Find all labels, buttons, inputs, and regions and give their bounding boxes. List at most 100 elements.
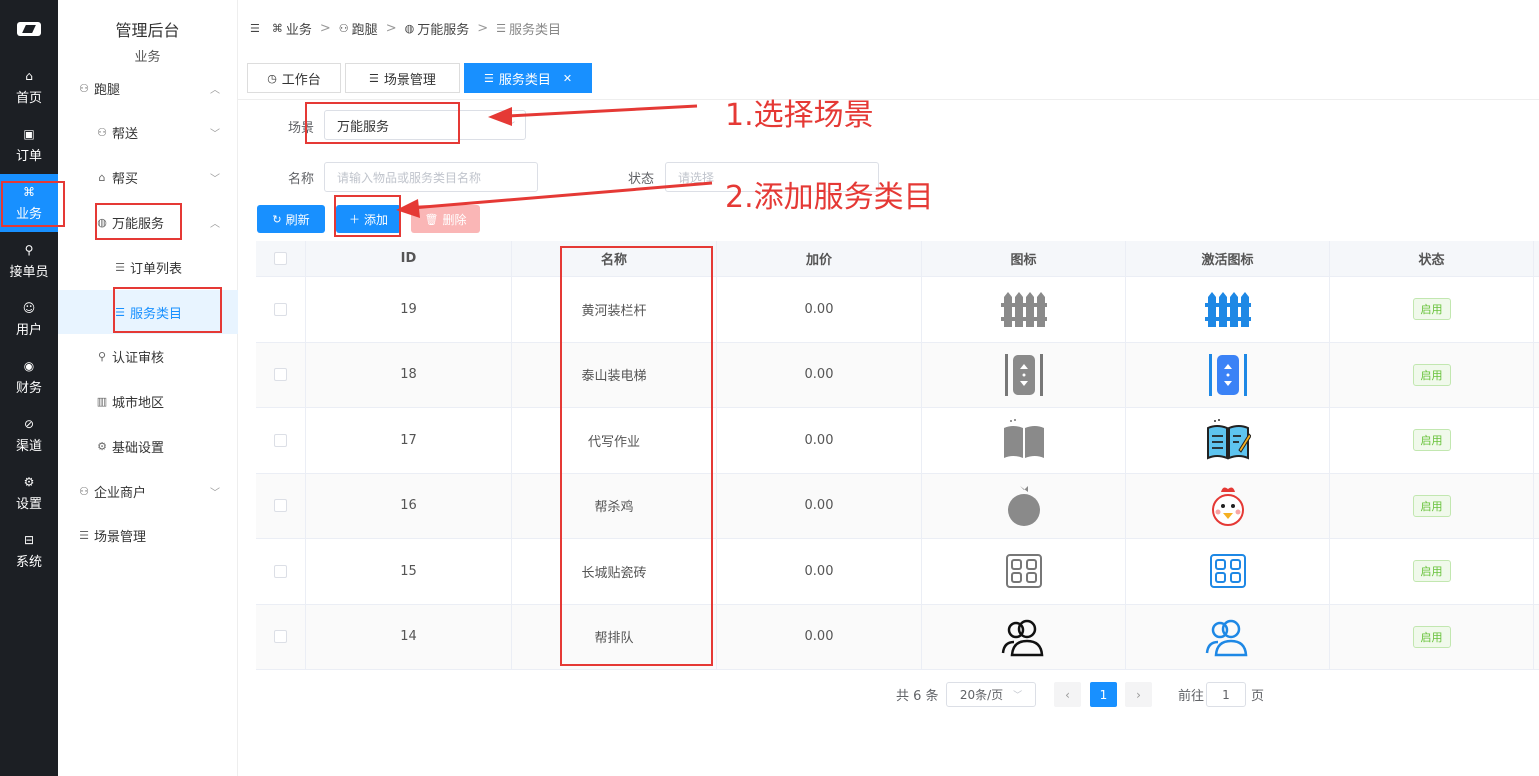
table-row[interactable]: 14 帮排队 0.00 启用 (256, 604, 1539, 670)
scene-label: 场景 (288, 121, 315, 136)
row-price: 0.00 (717, 539, 922, 604)
row-checkbox[interactable] (274, 433, 287, 447)
row-checkbox[interactable] (274, 630, 287, 644)
column-header-status: 状态 (1330, 241, 1534, 276)
column-header-price: 加价 (717, 241, 922, 276)
tab-scene-management[interactable]: ☰ 场景管理 (345, 63, 460, 93)
delete-button[interactable]: 🗑 删除 (411, 205, 480, 233)
breadcrumb-current: 服务类目 (509, 23, 562, 38)
rail-item-channel[interactable]: ⊘ 渠道 (0, 406, 58, 464)
sidebar-item-basic-settings[interactable]: ⚙ 基础设置 (58, 424, 238, 468)
page-number-current[interactable]: 1 (1090, 682, 1117, 707)
pagination-total: 共 6 条 (896, 688, 939, 704)
sidebar-item-city-region[interactable]: ▥ 城市地区 (58, 379, 238, 423)
rail-item-rider[interactable]: ⚲ 接单员 (0, 232, 58, 290)
row-checkbox[interactable] (274, 368, 287, 382)
business-icon: ⌘ (23, 184, 35, 199)
add-button[interactable]: ＋ 添加 (336, 205, 401, 233)
column-header-active-icon: 激活图标 (1126, 241, 1330, 276)
chicken-icon (1211, 487, 1244, 526)
channel-icon: ⊘ (23, 416, 35, 431)
row-price: 0.00 (717, 604, 922, 669)
tiles-icon (1209, 554, 1246, 589)
homework-book-icon (1206, 419, 1251, 460)
tab-workbench[interactable]: ◷ 工作台 (247, 63, 341, 93)
table-header: ID 名称 加价 图标 激活图标 状态 (256, 241, 1539, 277)
column-header-icon: 图标 (922, 241, 1126, 276)
deliver-icon: ⚇ (97, 125, 107, 139)
row-checkbox[interactable] (274, 302, 287, 316)
table-row[interactable]: 16 帮杀鸡 0.00 启用 (256, 473, 1539, 539)
menu-fold-icon[interactable]: ☰ (250, 22, 260, 35)
chevron-left-icon: ‹ (1065, 687, 1070, 702)
errand-icon: ⚇ (338, 22, 349, 35)
table-row[interactable]: 17 代写作业 0.00 启用 (256, 408, 1539, 474)
rail-item-system[interactable]: ⊟ 系统 (0, 522, 58, 580)
row-checkbox[interactable] (274, 499, 287, 513)
goto-label: 前往 (1178, 688, 1205, 704)
breadcrumb-item[interactable]: 万能服务 (417, 19, 469, 38)
users-icon: ⚇ (79, 484, 89, 498)
row-name: 代写作业 (512, 408, 717, 473)
sidebar-item-enterprise[interactable]: ⚇ 企业商户 ﹀ (58, 469, 238, 513)
column-header-name: 名称 (512, 241, 717, 276)
table-row[interactable]: 18 泰山装电梯 0.00 启用 (256, 342, 1539, 408)
sidebar-item-deliver[interactable]: ⚇ 帮送 ﹀ (58, 110, 238, 154)
row-name: 泰山装电梯 (512, 342, 717, 407)
sidebar-item-errand[interactable]: ⚇ 跑腿 ︿ (58, 66, 238, 110)
scene-select[interactable]: 万能服务 ﹀ (324, 110, 526, 140)
sidebar-item-order-list[interactable]: ☰ 订单列表 (58, 245, 238, 289)
sidebar: 管理后台 业务 ⚇ 跑腿 ︿ ⚇ 帮送 ﹀ ⌂ 帮买 ﹀ ◍ 万能服务 ︿ ☰ … (58, 0, 238, 776)
next-page-button[interactable]: › (1125, 682, 1152, 707)
tab-service-category[interactable]: ☰ 服务类目 ✕ (464, 63, 592, 93)
tabs-bar: ◷ 工作台 ☰ 场景管理 ☰ 服务类目 ✕ (238, 56, 1539, 100)
header: ☰ ⌘ 业务 > ⚇ 跑腿 > ◍ 万能服务 > ☰ 服务类目 (238, 0, 1539, 56)
business-icon: ⌘ (271, 22, 283, 35)
prev-page-button[interactable]: ‹ (1054, 682, 1081, 707)
chevron-down-icon: ﹀ (210, 128, 220, 140)
row-checkbox[interactable] (274, 564, 287, 578)
rail-item-users[interactable]: ☺ 用户 (0, 290, 58, 348)
user-check-icon: ⚲ (97, 349, 107, 363)
annotation-step2: 2.添加服务类目 (725, 180, 934, 215)
sidebar-item-verification[interactable]: ⚲ 认证审核 (58, 334, 238, 378)
refresh-icon: ↻ (272, 212, 282, 226)
page-size-select[interactable]: 20条/页 ﹀ (946, 682, 1036, 707)
tiles-icon (1005, 554, 1042, 589)
fence-icon (1000, 292, 1047, 328)
table-row[interactable]: 19 黄河装栏杆 0.00 启用 (256, 277, 1539, 343)
row-id: 18 (306, 342, 512, 407)
row-id: 14 (306, 604, 512, 669)
sidebar-item-buy[interactable]: ⌂ 帮买 ﹀ (58, 155, 238, 199)
table-row[interactable]: 15 长城贴瓷砖 0.00 启用 (256, 539, 1539, 605)
rail-item-settings[interactable]: ⚙ 设置 (0, 464, 58, 522)
close-icon[interactable]: ✕ (563, 72, 572, 85)
rail-item-orders[interactable]: ▣ 订单 (0, 116, 58, 174)
plus-icon: ＋ (348, 213, 360, 226)
sidebar-item-universal-service[interactable]: ◍ 万能服务 ︿ (58, 200, 238, 244)
row-price: 0.00 (717, 277, 922, 342)
sidebar-item-service-category[interactable]: ☰ 服务类目 (58, 290, 238, 334)
sidebar-item-scene-management[interactable]: ☰ 场景管理 (58, 513, 238, 557)
breadcrumb-item[interactable]: 跑腿 (352, 19, 378, 38)
app-logo (0, 0, 58, 58)
list-icon: ☰ (115, 260, 125, 274)
name-input[interactable]: 请输入物品或服务类目名称 (324, 162, 538, 192)
breadcrumb-item[interactable]: 业务 (286, 19, 312, 38)
chevron-down-icon: ﹀ (505, 121, 515, 133)
rail-item-home[interactable]: ⌂ 首页 (0, 58, 58, 116)
trash-icon: 🗑 (424, 212, 439, 226)
refresh-button[interactable]: ↻ 刷新 (257, 205, 325, 233)
rail-item-business[interactable]: ⌘ 业务 (0, 174, 58, 232)
goto-page-input[interactable]: 1 (1206, 682, 1246, 707)
row-price: 0.00 (717, 473, 922, 538)
settings-icon: ⚙ (23, 474, 35, 489)
dashboard-icon: ◷ (267, 71, 277, 85)
row-price: 0.00 (717, 408, 922, 473)
errand-icon: ⚇ (79, 81, 89, 95)
row-name: 长城贴瓷砖 (512, 539, 717, 604)
rail-item-finance[interactable]: ◉ 财务 (0, 348, 58, 406)
select-all-checkbox[interactable] (274, 252, 287, 265)
globe-icon: ◍ (404, 22, 415, 35)
name-label: 名称 (288, 172, 315, 187)
